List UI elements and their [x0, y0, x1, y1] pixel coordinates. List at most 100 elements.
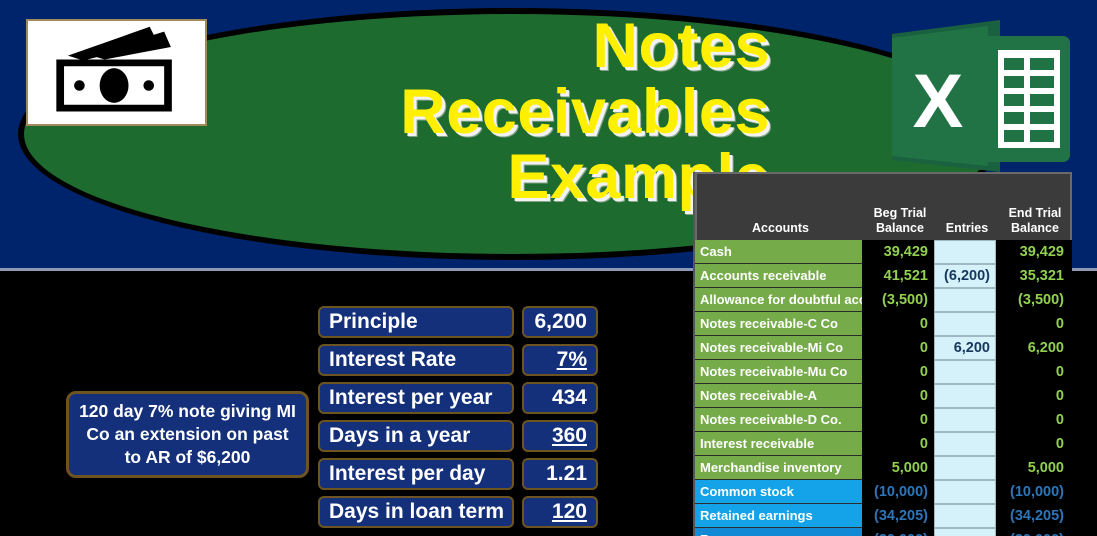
- table-row[interactable]: Notes receivable-Mu Co 0 0: [695, 360, 1072, 384]
- end-header-line-1: End Trial: [1008, 206, 1062, 221]
- slide-root: Notes Receivables Example X 120 day 7% n…: [0, 0, 1097, 536]
- table-row[interactable]: Cash 39,429 39,429: [695, 240, 1072, 264]
- cell-entries[interactable]: [934, 528, 996, 536]
- beg-header-line-2: Balance: [876, 220, 924, 235]
- calc-label: Interest per year: [318, 382, 514, 414]
- table-row[interactable]: Common stock (10,000) (10,000): [695, 480, 1072, 504]
- cell-end-trial-balance: 39,429: [996, 240, 1070, 264]
- microsoft-excel-logo-icon: X: [888, 14, 1074, 179]
- cell-entries[interactable]: [934, 504, 996, 528]
- cell-account-name: Notes receivable-Mi Co: [695, 336, 862, 360]
- cell-end-trial-balance: (34,205): [996, 504, 1070, 528]
- cell-beg-trial-balance: 5,000: [862, 456, 934, 480]
- table-row[interactable]: Allowance for doubtful acc (3,500) (3,500): [695, 288, 1072, 312]
- cell-end-trial-balance: 0: [996, 408, 1070, 432]
- calc-value-text: 434: [551, 386, 587, 409]
- calc-label: Days in loan term: [318, 496, 514, 528]
- cell-entries[interactable]: [934, 456, 996, 480]
- cell-beg-trial-balance: 0: [862, 360, 934, 384]
- money-cash-icon: [26, 19, 207, 126]
- calc-value-text: 1.21: [546, 462, 587, 485]
- cell-entries[interactable]: 6,200: [934, 336, 996, 360]
- cell-end-trial-balance: (3,500): [996, 288, 1070, 312]
- excel-logo-letter: X: [913, 59, 964, 144]
- cell-beg-trial-balance: (34,205): [862, 504, 934, 528]
- table-row[interactable]: Notes receivable-D Co. 0 0: [695, 408, 1072, 432]
- cell-account-name: Common stock: [695, 480, 862, 504]
- note-description-text: 120 day 7% note giving MI Co an extensio…: [79, 400, 296, 468]
- cell-end-trial-balance: 0: [996, 312, 1070, 336]
- calc-label: Interest Rate: [318, 344, 514, 376]
- page-title: Notes Receivables Example: [250, 8, 770, 260]
- cell-entries[interactable]: [934, 360, 996, 384]
- calc-row: Principle 6,200: [318, 306, 602, 338]
- calc-label: Principle: [318, 306, 514, 338]
- cell-beg-trial-balance: 41,521: [862, 264, 934, 288]
- spreadsheet-header-row: Accounts Beg Trial Balance Entries End T…: [695, 172, 1072, 240]
- calc-row: Interest per year 434: [318, 382, 602, 414]
- calc-value-text: 6,200: [534, 310, 587, 333]
- cell-entries[interactable]: [934, 480, 996, 504]
- table-row[interactable]: Notes receivable-A 0 0: [695, 384, 1072, 408]
- cell-account-name: Notes receivable-Mu Co: [695, 360, 862, 384]
- column-header-end-trial-balance: End Trial Balance: [998, 174, 1072, 240]
- cell-end-trial-balance: (10,000): [996, 480, 1070, 504]
- calc-value-text: 120: [551, 500, 587, 523]
- calc-label: Days in a year: [318, 420, 514, 452]
- cell-end-trial-balance: 0: [996, 384, 1070, 408]
- cell-entries[interactable]: (6,200): [934, 264, 996, 288]
- cell-account-name: Cash: [695, 240, 862, 264]
- cell-entries[interactable]: [934, 288, 996, 312]
- column-header-beg-trial-balance: Beg Trial Balance: [864, 174, 936, 240]
- cell-beg-trial-balance: (3,500): [862, 288, 934, 312]
- cell-end-trial-balance: (20,000): [996, 528, 1070, 536]
- table-row[interactable]: Retained earnings (34,205) (34,205): [695, 504, 1072, 528]
- cell-beg-trial-balance: 0: [862, 312, 934, 336]
- calc-row: Days in loan term 120: [318, 496, 602, 528]
- cell-account-name: Notes receivable-A: [695, 384, 862, 408]
- column-header-entries: Entries: [945, 220, 989, 235]
- calc-label: Interest per day: [318, 458, 514, 490]
- cell-end-trial-balance: 0: [996, 360, 1070, 384]
- cell-account-name: Notes receivable-D Co.: [695, 408, 862, 432]
- table-row[interactable]: Notes receivable-Mi Co 0 6,200 6,200: [695, 336, 1072, 360]
- table-row[interactable]: Notes receivable-C Co 0 0: [695, 312, 1072, 336]
- title-line-1: Notes: [592, 11, 770, 81]
- cell-beg-trial-balance: 39,429: [862, 240, 934, 264]
- calc-row: Days in a year 360: [318, 420, 602, 452]
- cell-account-name: Interest receivable: [695, 432, 862, 456]
- cell-account-name: Retained earnings: [695, 504, 862, 528]
- cell-end-trial-balance: 35,321: [996, 264, 1070, 288]
- cell-beg-trial-balance: (20,000): [862, 528, 934, 536]
- cell-beg-trial-balance: 0: [862, 408, 934, 432]
- cell-end-trial-balance: 0: [996, 432, 1070, 456]
- table-row[interactable]: Merchandise inventory 5,000 5,000: [695, 456, 1072, 480]
- cell-entries[interactable]: [934, 432, 996, 456]
- calc-row: Interest per day 1.21: [318, 458, 602, 490]
- cell-beg-trial-balance: 0: [862, 384, 934, 408]
- cell-beg-trial-balance: 0: [862, 336, 934, 360]
- cell-entries[interactable]: [934, 312, 996, 336]
- calc-value: 120: [522, 496, 598, 528]
- table-row[interactable]: Accounts receivable 41,521 (6,200) 35,321: [695, 264, 1072, 288]
- table-row[interactable]: Interest receivable 0 0: [695, 432, 1072, 456]
- calc-value-text: 7%: [556, 348, 587, 371]
- cell-entries[interactable]: [934, 384, 996, 408]
- cell-end-trial-balance: 6,200: [996, 336, 1070, 360]
- table-row[interactable]: Revenue(20,000)(20,000): [695, 528, 1072, 536]
- calc-row: Interest Rate 7%: [318, 344, 602, 376]
- trial-balance-spreadsheet[interactable]: Accounts Beg Trial Balance Entries End T…: [693, 172, 1072, 536]
- cell-account-name: Revenue: [695, 528, 862, 536]
- beg-header-line-1: Beg Trial: [873, 206, 927, 221]
- cell-entries[interactable]: [934, 408, 996, 432]
- cell-beg-trial-balance: (10,000): [862, 480, 934, 504]
- calc-value: 434: [522, 382, 598, 414]
- column-header-accounts: Accounts: [752, 220, 809, 235]
- cell-entries[interactable]: [934, 240, 996, 264]
- cell-account-name: Merchandise inventory: [695, 456, 862, 480]
- calc-value-text: 360: [551, 424, 587, 447]
- note-description-callout: 120 day 7% note giving MI Co an extensio…: [66, 391, 309, 478]
- calc-value: 1.21: [522, 458, 598, 490]
- cell-beg-trial-balance: 0: [862, 432, 934, 456]
- title-line-2: Receivables: [400, 76, 770, 147]
